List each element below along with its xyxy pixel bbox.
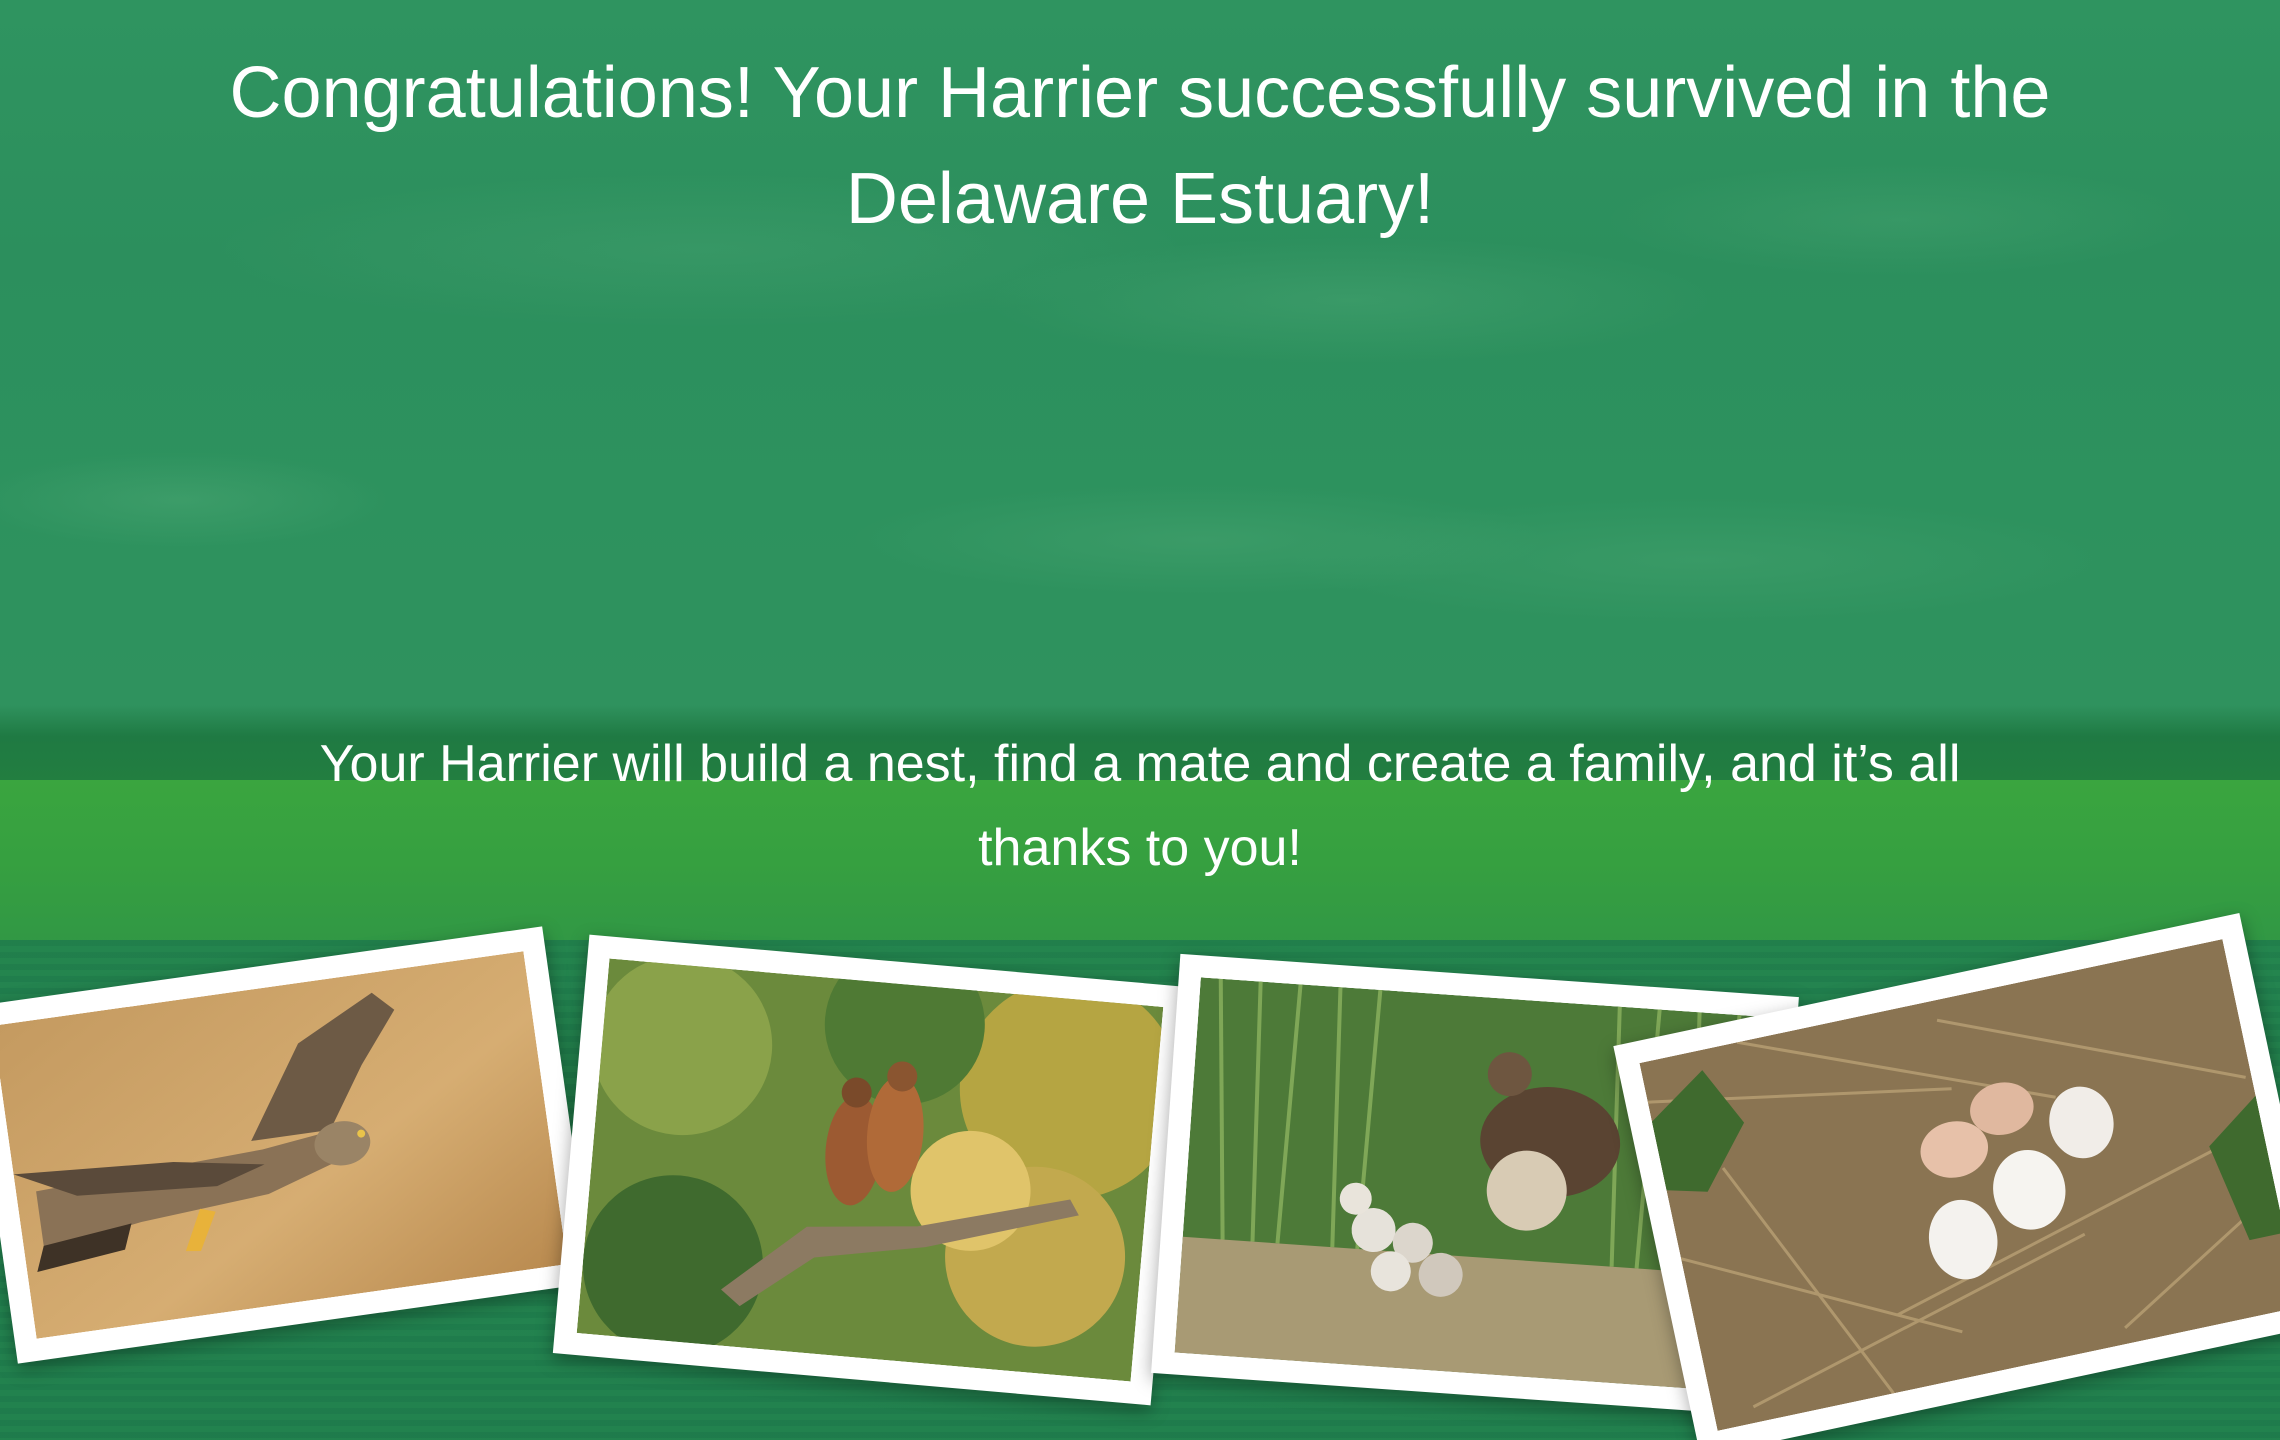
hawks-perched-image: [576, 958, 1164, 1382]
harrier-flight-image: [0, 951, 568, 1339]
family-message: Your Harrier will build a nest, find a m…: [319, 735, 1961, 877]
end-screen: Congratulations! Your Harrier successful…: [0, 0, 2280, 1440]
congratulations-headline: Congratulations! Your Harrier successful…: [229, 53, 2051, 239]
photo-hawks-perched: [552, 934, 1188, 1406]
